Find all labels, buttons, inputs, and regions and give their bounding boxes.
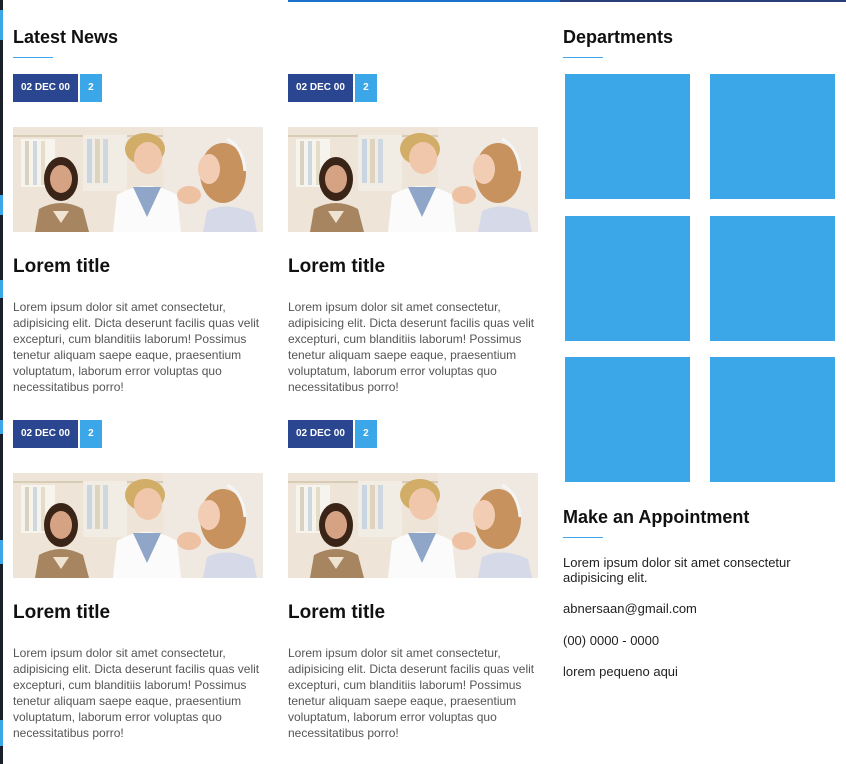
news-title[interactable]: Lorem title xyxy=(13,256,110,278)
post-meta: 02 DEC 00 2 xyxy=(288,74,377,102)
comment-count-badge: 2 xyxy=(79,420,102,448)
department-tile[interactable] xyxy=(565,357,690,482)
departments-heading: Departments xyxy=(563,27,674,47)
left-edge-strip xyxy=(0,0,3,764)
comment-count-badge: 2 xyxy=(79,74,102,102)
post-meta: 02 DEC 00 2 xyxy=(13,74,102,102)
department-tile[interactable] xyxy=(565,74,690,199)
department-tile[interactable] xyxy=(710,74,835,199)
comment-count-badge: 2 xyxy=(354,420,377,448)
latest-news-heading: Latest News xyxy=(13,27,119,47)
appointment-underline xyxy=(563,537,603,538)
latest-news-underline xyxy=(13,57,53,58)
news-excerpt: Lorem ipsum dolor sit amet consectetur, … xyxy=(13,300,260,394)
date-badge: 02 DEC 00 xyxy=(288,420,353,448)
news-excerpt: Lorem ipsum dolor sit amet consectetur, … xyxy=(288,300,535,394)
news-title[interactable]: Lorem title xyxy=(288,602,385,624)
date-badge: 02 DEC 00 xyxy=(13,420,78,448)
news-title[interactable]: Lorem title xyxy=(288,256,385,278)
news-photo[interactable] xyxy=(288,127,538,232)
top-border xyxy=(0,0,846,2)
news-photo[interactable] xyxy=(288,473,538,578)
appointment-heading: Make an Appointment xyxy=(563,507,750,527)
appointment-description: Lorem ipsum dolor sit amet consectetur a… xyxy=(563,555,791,585)
news-excerpt: Lorem ipsum dolor sit amet consectetur, … xyxy=(288,646,535,740)
news-title[interactable]: Lorem title xyxy=(13,602,110,624)
post-meta: 02 DEC 00 2 xyxy=(288,420,377,448)
appointment-phone[interactable]: (00) 0000 - 0000 xyxy=(563,633,833,648)
department-tile[interactable] xyxy=(710,216,835,341)
post-meta: 02 DEC 00 2 xyxy=(13,420,102,448)
comment-count-badge: 2 xyxy=(354,74,377,102)
department-tile[interactable] xyxy=(710,357,835,482)
date-badge: 02 DEC 00 xyxy=(288,74,353,102)
departments-underline xyxy=(563,57,603,58)
news-excerpt: Lorem ipsum dolor sit amet consectetur, … xyxy=(13,646,260,740)
department-tile[interactable] xyxy=(565,216,690,341)
appointment-email[interactable]: abnersaan@gmail.com xyxy=(563,601,833,616)
appointment-note: lorem pequeno aqui xyxy=(563,664,678,679)
news-photo[interactable] xyxy=(13,127,263,232)
news-photo[interactable] xyxy=(13,473,263,578)
date-badge: 02 DEC 00 xyxy=(13,74,78,102)
